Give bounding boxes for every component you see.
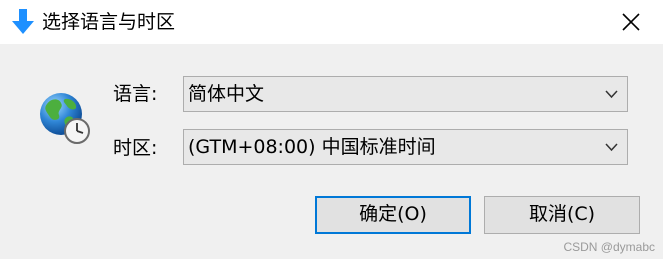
language-label: 语言:	[113, 83, 158, 105]
chevron-down-icon	[605, 90, 618, 99]
timezone-label: 时区:	[113, 137, 158, 159]
dialog-title: 选择语言与时区	[42, 11, 176, 33]
ok-button[interactable]: 确定(O)	[315, 196, 471, 234]
chevron-down-icon	[605, 143, 618, 152]
timezone-select-value: (GTM+08:00) 中国标准时间	[188, 136, 436, 158]
close-button[interactable]	[608, 4, 654, 40]
download-arrow-icon	[11, 8, 35, 36]
globe-clock-icon	[37, 90, 93, 146]
language-select-value: 简体中文	[188, 83, 265, 105]
language-timezone-dialog: 选择语言与时区 语言: 简体中文 时区: (GTM+08:00) 中国标准时间 …	[0, 0, 663, 259]
language-select[interactable]: 简体中文	[183, 76, 628, 112]
timezone-select[interactable]: (GTM+08:00) 中国标准时间	[183, 129, 628, 165]
cancel-button[interactable]: 取消(C)	[484, 196, 640, 234]
watermark-text: CSDN @dymabc	[563, 240, 655, 254]
close-icon	[622, 13, 640, 31]
title-bar[interactable]: 选择语言与时区	[0, 0, 663, 44]
